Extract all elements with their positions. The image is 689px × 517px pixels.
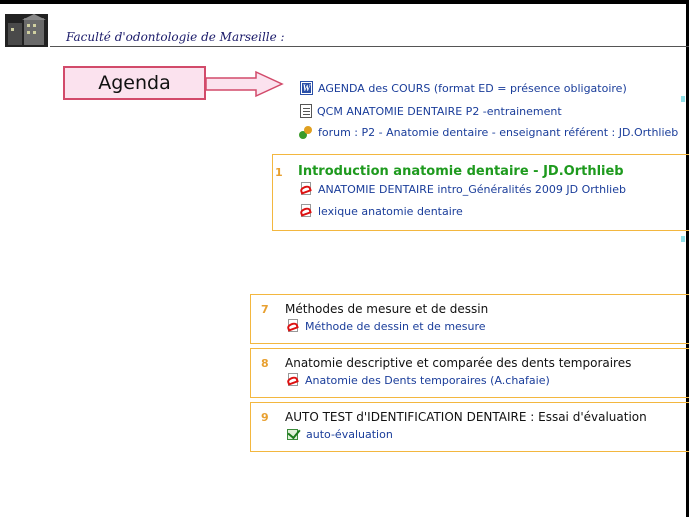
qcm-link[interactable]: QCM ANATOMIE DENTAIRE P2 -entrainement — [300, 104, 562, 118]
section-7-number: 7 — [261, 303, 269, 316]
section-9-title: AUTO TEST d'IDENTIFICATION DENTAIRE : Es… — [285, 410, 647, 424]
section-1-number: 1 — [275, 166, 283, 179]
section-8-resource-label: Anatomie des Dents temporaires (A.chafai… — [305, 373, 550, 387]
section-1-resource-intro[interactable]: ANATOMIE DENTAIRE intro_Généralités 2009… — [300, 182, 626, 196]
agenda-cours-link[interactable]: W AGENDA des COURS (format ED = présence… — [300, 81, 627, 95]
section-1-title: Introduction anatomie dentaire - JD.Orth… — [298, 164, 624, 179]
section-1-bottom-border — [272, 230, 689, 231]
course-page: Faculté d'odontologie de Marseille : Age… — [0, 0, 689, 517]
qcm-label: QCM ANATOMIE DENTAIRE P2 -entrainement — [317, 104, 562, 118]
pdf-icon — [287, 373, 300, 387]
section-9-resource-label: auto-évaluation — [306, 427, 393, 441]
faculty-logo — [5, 14, 48, 47]
callout-arrow-icon — [206, 70, 284, 98]
forum-icon — [298, 125, 313, 140]
section-8-title: Anatomie descriptive et comparée des den… — [285, 356, 632, 370]
faculty-title: Faculté d'odontologie de Marseille : — [66, 30, 285, 44]
section-1-left-border — [272, 154, 273, 230]
section-9-number: 9 — [261, 411, 269, 424]
section-1-resource-lexique-label: lexique anatomie dentaire — [318, 204, 463, 218]
section-9-resource[interactable]: auto-évaluation — [287, 427, 393, 441]
section-1-top-border — [272, 154, 689, 155]
section-1-resource-lexique[interactable]: lexique anatomie dentaire — [300, 204, 463, 218]
quiz-icon — [300, 104, 312, 118]
quiz-check-icon — [287, 427, 301, 441]
pdf-icon — [300, 204, 313, 218]
agenda-cours-label: AGENDA des COURS (format ED = présence o… — [318, 81, 627, 95]
section-7-title: Méthodes de mesure et de dessin — [285, 302, 489, 316]
pdf-icon — [287, 319, 300, 333]
cyan-accent-top — [681, 96, 685, 102]
section-7-resource[interactable]: Méthode de dessin et de mesure — [287, 319, 486, 333]
section-7-resource-label: Méthode de dessin et de mesure — [305, 319, 486, 333]
agenda-callout: Agenda — [63, 66, 206, 100]
pdf-icon — [300, 182, 313, 196]
word-document-icon: W — [300, 81, 313, 95]
cyan-accent-bottom — [681, 236, 685, 242]
section-8-number: 8 — [261, 357, 269, 370]
section-8-resource[interactable]: Anatomie des Dents temporaires (A.chafai… — [287, 373, 550, 387]
forum-label: forum : P2 - Anatomie dentaire - enseign… — [318, 126, 679, 139]
forum-link[interactable]: forum : P2 - Anatomie dentaire - enseign… — [298, 125, 678, 140]
section-1-resource-intro-label: ANATOMIE DENTAIRE intro_Généralités 2009… — [318, 182, 626, 196]
agenda-callout-label: Agenda — [98, 72, 171, 94]
top-edge — [0, 0, 689, 4]
header-divider — [50, 46, 689, 47]
